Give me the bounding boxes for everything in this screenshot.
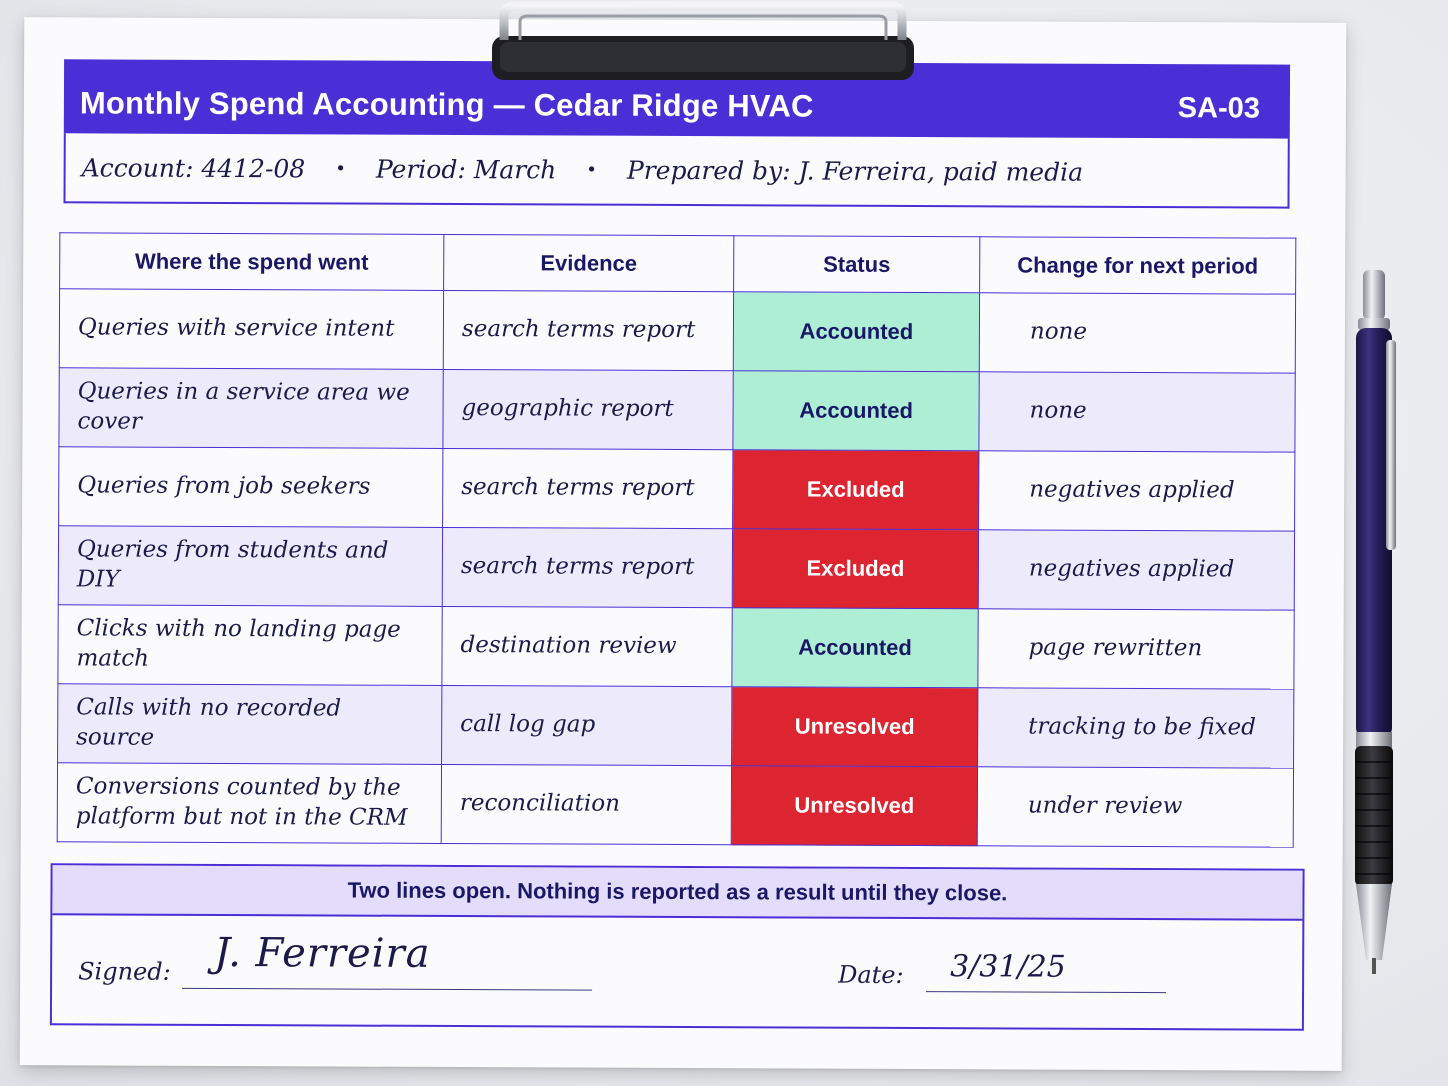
change-cell: none	[979, 292, 1296, 374]
signature-line	[182, 987, 593, 991]
signoff-row: Signed: J. Ferreira Date: 3/31/25	[52, 915, 1302, 1030]
table-row: Queries from students and DIY search ter…	[58, 525, 1295, 611]
date-line	[926, 991, 1167, 994]
period-field: Period: March	[375, 154, 557, 184]
meta-separator: •	[335, 157, 346, 180]
evidence-cell: search terms report	[442, 527, 733, 608]
document-sheet: Monthly Spend Accounting — Cedar Ridge H…	[19, 17, 1347, 1071]
status-badge: Accounted	[733, 291, 980, 372]
where-cell: Queries from job seekers	[58, 446, 443, 528]
column-header-change: Change for next period	[979, 236, 1296, 295]
change-cell: tracking to be fixed	[977, 687, 1294, 769]
where-cell: Queries in a service area we cover	[58, 367, 444, 449]
date-value: 3/31/25	[950, 949, 1066, 985]
status-badge: Unresolved	[731, 765, 978, 846]
meta-separator: •	[586, 159, 597, 181]
evidence-cell: reconciliation	[441, 764, 732, 845]
where-cell: Calls with no recorded source	[57, 683, 442, 765]
spend-table: Where the spend went Evidence Status Cha…	[57, 232, 1297, 848]
status-badge: Unresolved	[731, 686, 978, 767]
signature: J. Ferreira	[214, 929, 431, 977]
table-row: Queries from job seekers search terms re…	[58, 446, 1295, 532]
meta-row: Account: 4412-08 • Period: March • Prepa…	[63, 133, 1290, 209]
document-code: SA-03	[1177, 91, 1260, 125]
evidence-cell: search terms report	[442, 448, 733, 529]
desk-background: Monthly Spend Accounting — Cedar Ridge H…	[0, 0, 1448, 1086]
change-cell: negatives applied	[978, 450, 1295, 532]
prepared-by-field: Prepared by: J. Ferreira, paid media	[626, 155, 1084, 187]
evidence-cell: geographic report	[442, 369, 734, 450]
evidence-cell: call log gap	[441, 685, 732, 766]
evidence-cell: destination review	[441, 606, 733, 687]
document-title: Monthly Spend Accounting — Cedar Ridge H…	[79, 85, 814, 124]
where-cell: Queries from students and DIY	[58, 525, 443, 607]
status-badge: Accounted	[732, 370, 980, 451]
where-cell: Clicks with no landing page match	[57, 604, 443, 686]
date-label: Date:	[838, 960, 904, 989]
evidence-cell: search terms report	[443, 290, 734, 371]
status-badge: Excluded	[732, 449, 979, 530]
table-row: Calls with no recorded source call log g…	[57, 683, 1294, 769]
where-cell: Conversions counted by the platform but …	[57, 762, 442, 844]
column-header-status: Status	[733, 235, 980, 293]
change-cell: page rewritten	[977, 608, 1295, 690]
change-cell: negatives applied	[978, 529, 1295, 611]
table-row: Clicks with no landing page match destin…	[57, 604, 1295, 690]
change-cell: none	[978, 371, 1296, 453]
summary-note: Two lines open. Nothing is reported as a…	[52, 865, 1303, 921]
summary-box: Two lines open. Nothing is reported as a…	[49, 863, 1305, 1031]
table-row: Queries in a service area we cover geogr…	[58, 367, 1296, 453]
status-badge: Accounted	[731, 607, 979, 688]
table-row: Queries with service intent search terms…	[59, 288, 1296, 374]
status-badge: Excluded	[732, 528, 979, 609]
account-field: Account: 4412-08	[81, 152, 306, 183]
column-header-evidence: Evidence	[443, 234, 734, 292]
clipboard-clip-icon	[492, 1, 914, 80]
column-header-where: Where the spend went	[59, 232, 444, 291]
pen-icon	[1355, 270, 1396, 974]
signed-label: Signed:	[78, 957, 171, 986]
table-header-row: Where the spend went Evidence Status Cha…	[59, 232, 1296, 295]
change-cell: under review	[977, 766, 1294, 848]
table-row: Conversions counted by the platform but …	[57, 762, 1294, 848]
where-cell: Queries with service intent	[59, 288, 444, 370]
